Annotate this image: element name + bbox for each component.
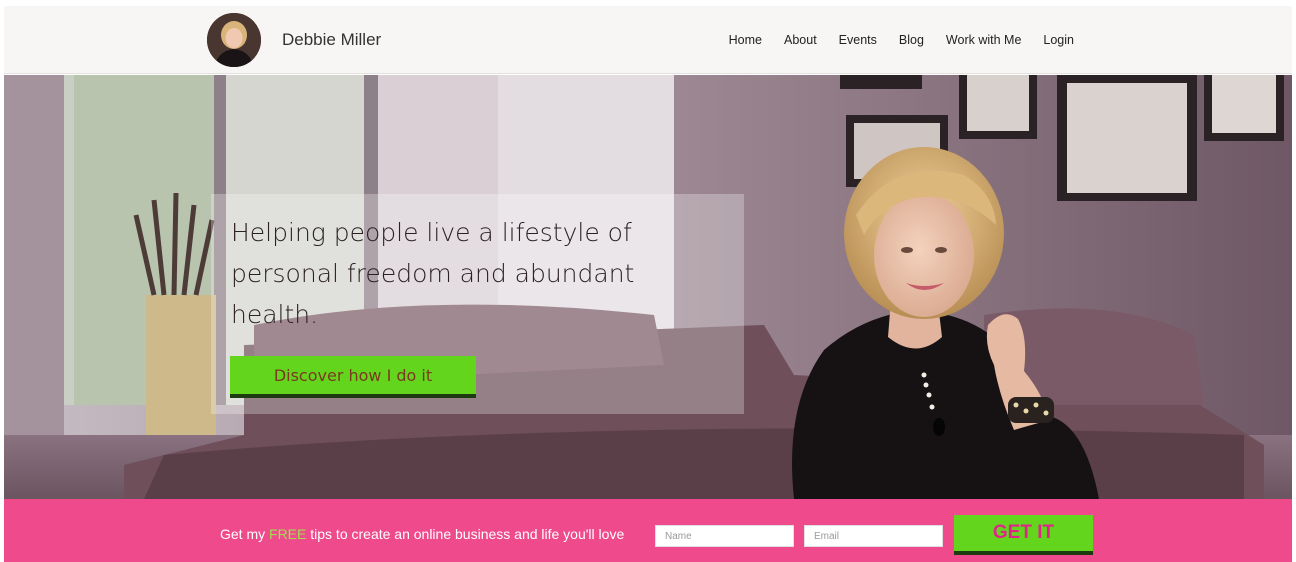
discover-button[interactable]: Discover how I do it xyxy=(230,356,476,398)
signup-bar: Get my FREE tips to create an online bus… xyxy=(4,499,1292,562)
signup-text-after: tips to create an online business and li… xyxy=(306,526,625,542)
nav-item-events[interactable]: Events xyxy=(839,33,877,47)
get-it-button[interactable]: GET IT xyxy=(954,515,1093,555)
page: Debbie Miller Home About Events Blog Wor… xyxy=(4,0,1292,562)
hero-section: Helping people live a lifestyle of perso… xyxy=(4,75,1292,499)
site-header: Debbie Miller Home About Events Blog Wor… xyxy=(4,6,1292,74)
signup-text-free: FREE xyxy=(269,526,307,542)
nav-item-blog[interactable]: Blog xyxy=(899,33,924,47)
site-name[interactable]: Debbie Miller xyxy=(282,30,381,50)
name-input[interactable] xyxy=(655,525,794,547)
nav-item-work-with-me[interactable]: Work with Me xyxy=(946,33,1021,47)
nav-item-login[interactable]: Login xyxy=(1043,33,1074,47)
main-nav: Home About Events Blog Work with Me Logi… xyxy=(729,33,1074,47)
email-input[interactable] xyxy=(804,525,943,547)
signup-text: Get my FREE tips to create an online bus… xyxy=(220,526,624,542)
signup-text-before: Get my xyxy=(220,526,270,542)
avatar[interactable] xyxy=(207,13,261,67)
nav-item-about[interactable]: About xyxy=(784,33,817,47)
hero-headline: Helping people live a lifestyle of perso… xyxy=(231,218,635,329)
nav-item-home[interactable]: Home xyxy=(729,33,762,47)
